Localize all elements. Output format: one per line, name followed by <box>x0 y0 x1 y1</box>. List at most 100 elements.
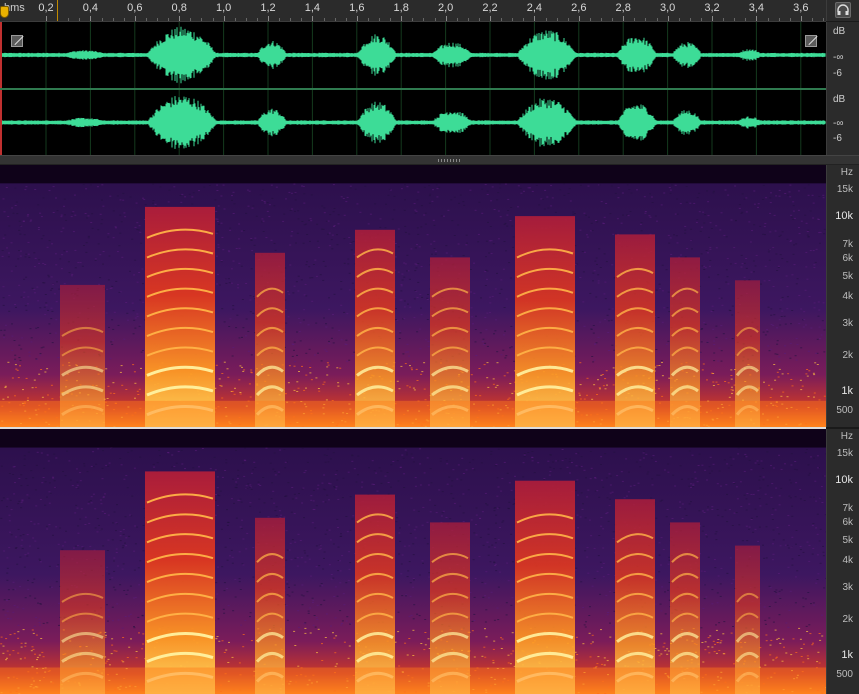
spectrogram-channel-left[interactable] <box>0 165 826 427</box>
spectrogram-speckle <box>52 476 55 478</box>
spectrogram-speckle <box>485 240 488 242</box>
spectrogram-speckle <box>249 616 251 618</box>
spectrogram-speckle <box>17 637 20 639</box>
spectrogram-speckle <box>731 352 734 354</box>
spectrogram-speckle <box>313 354 316 356</box>
ruler-minor-tick <box>700 18 702 21</box>
ruler-tick-label: 0,2 <box>38 2 54 14</box>
ruler-tick-label: 0,8 <box>171 2 187 14</box>
spectrogram-speckle <box>796 570 799 572</box>
spectrogram-speckle <box>326 362 329 364</box>
spectrogram-speckle <box>784 193 787 194</box>
spectrogram-speckle <box>216 593 219 595</box>
spectrogram-speckle <box>582 301 585 303</box>
spectrogram-speckle <box>715 652 718 654</box>
spectrogram-speckle <box>229 227 232 229</box>
spectrogram-speckle <box>340 288 343 290</box>
spectrogram-speckle <box>720 350 723 352</box>
spectrogram-speckle <box>415 526 418 528</box>
spectrogram-speckle <box>497 448 500 450</box>
spectrogram-speckle <box>255 215 258 217</box>
spectrogram-speckle <box>504 222 507 224</box>
fade-out-handle[interactable] <box>805 35 817 47</box>
spectrogram-speckle <box>768 280 771 281</box>
view-splitter[interactable] <box>0 155 859 165</box>
spectrogram-channel-right[interactable] <box>0 429 826 694</box>
spectrogram-speckle <box>684 229 687 231</box>
spectrogram-speckle <box>38 262 41 264</box>
ruler-minor-tick <box>556 18 558 21</box>
spectrogram-speckle <box>79 262 82 264</box>
spectrogram-speckle <box>486 190 489 192</box>
spectrogram-speckle <box>812 372 815 374</box>
spectrogram-speckle <box>121 384 124 386</box>
spectrogram-speckle <box>339 582 342 584</box>
spectrogram-speckle <box>775 589 778 591</box>
spectrogram-speckle <box>252 205 255 207</box>
spectrogram-speckle <box>495 522 497 524</box>
spectrogram-speckle <box>510 489 513 491</box>
spectrogram-speckle <box>711 305 714 307</box>
ruler-tick-label: 3,0 <box>659 2 676 14</box>
spectrogram-speckle <box>817 315 820 317</box>
spectrogram-speckle <box>337 385 340 387</box>
waveform-channel-left[interactable] <box>0 22 826 88</box>
waveform-view[interactable] <box>0 22 826 155</box>
headphones-icon[interactable] <box>835 2 851 18</box>
spectrogram-speckle <box>595 666 598 667</box>
spectrogram-speckle <box>246 488 249 489</box>
spectrogram-speckle <box>753 190 756 192</box>
fade-in-handle[interactable] <box>11 35 23 47</box>
spectrogram-speckle <box>10 270 13 272</box>
spectrogram-speckle <box>240 230 243 232</box>
spectrogram-speckle <box>491 186 494 188</box>
spectrogram-speckle <box>46 246 49 248</box>
spectrogram-speckle <box>284 393 287 395</box>
monitor-toggle[interactable] <box>826 0 859 21</box>
splitter-grip[interactable] <box>438 159 460 162</box>
spectrogram-speckle <box>119 458 122 459</box>
spectrogram-speckle <box>668 556 671 558</box>
spectrogram-speckle <box>702 525 705 527</box>
spectrogram-speckle <box>94 258 97 260</box>
spectrogram-speckle <box>709 248 712 250</box>
spectrogram-speckle <box>300 594 303 596</box>
spectrogram-speckle <box>583 212 586 214</box>
spectrogram-speckle <box>34 292 36 294</box>
spectrogram-speckle <box>303 309 306 311</box>
spectrogram-speckle <box>274 474 277 476</box>
spectrogram-speckle <box>733 512 736 514</box>
spectrogram-speckle <box>120 365 123 367</box>
waveform-channel-right[interactable] <box>0 90 826 155</box>
spectrogram-speckle <box>794 355 797 357</box>
playhead-marker[interactable] <box>0 6 9 18</box>
spectrogram-speckle <box>663 192 666 194</box>
spectrogram-speckle <box>385 203 387 205</box>
spectrogram-speckle <box>19 359 22 361</box>
spectrogram-speckle <box>586 377 589 379</box>
spectrogram-speckle <box>603 657 606 659</box>
spectrogram-speckle <box>408 355 410 357</box>
spectrogram-speckle <box>348 551 351 553</box>
spectrogram-speckle <box>297 665 300 667</box>
spectrogram-speckle <box>257 483 260 485</box>
spectrogram-speckle <box>64 214 66 216</box>
spectrogram-speckle <box>426 543 429 545</box>
spectrogram-speckle <box>129 270 131 272</box>
spectrogram-speckle <box>6 557 9 559</box>
spectrogram-speckle <box>99 254 102 256</box>
spectrogram-speckle <box>48 491 51 493</box>
spectrogram-speckle <box>790 654 793 656</box>
spectrogram-speckle <box>419 328 422 330</box>
spectrogram-speckle <box>768 585 771 587</box>
spectrogram-speckle <box>27 253 30 255</box>
spectrogram-speckle <box>20 545 23 547</box>
spectrogram-speckle <box>790 216 793 218</box>
spectrogram-speckle <box>497 586 500 588</box>
spectrogram-speckle <box>139 560 142 562</box>
spectrogram-speckle <box>730 375 733 376</box>
spectrogram-speckle <box>324 501 327 503</box>
spectrogram-speckle <box>712 328 715 330</box>
time-ruler[interactable]: hms 0,2 0,4 0,6 0,8 1,0 1,2 1,4 1,6 1,8 2,0 2,2 2,4… <box>0 0 826 22</box>
spectrogram-speckle <box>264 202 267 204</box>
